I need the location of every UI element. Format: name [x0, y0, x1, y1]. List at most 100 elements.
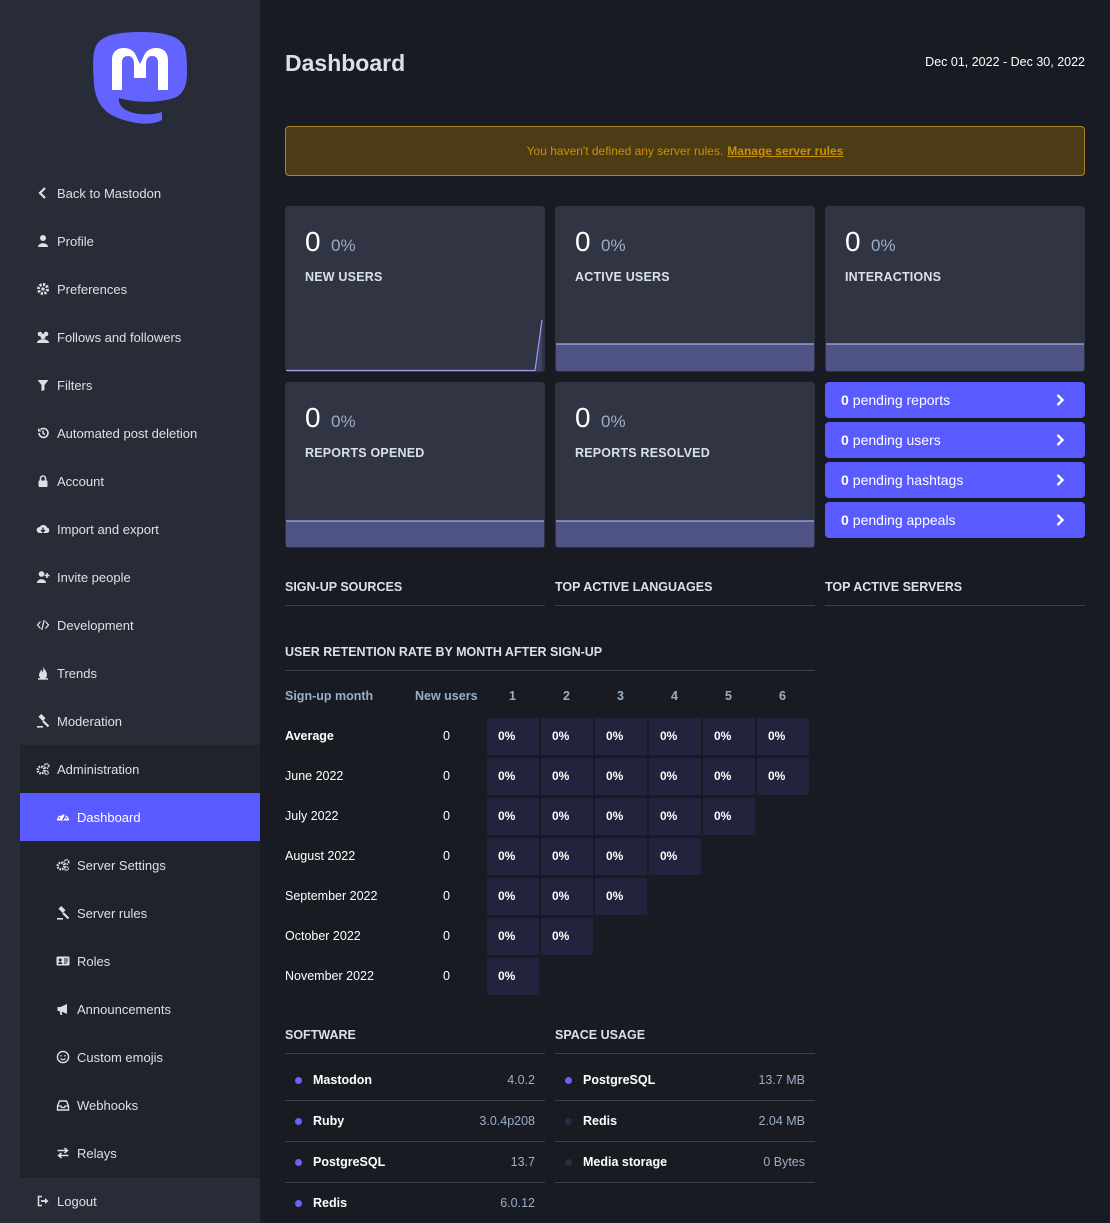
inbox-icon [56, 1098, 70, 1112]
exchange-icon [56, 1146, 70, 1160]
metric-label: REPORTS OPENED [305, 446, 425, 460]
sidebar-item-invite-people[interactable]: Invite people [20, 553, 260, 601]
bullet-icon [565, 1118, 572, 1125]
sidebar-item-moderation[interactable]: Moderation [20, 697, 260, 745]
sidebar-item-development[interactable]: Development [20, 601, 260, 649]
sidebar-item-import-and-export[interactable]: Import and export [20, 505, 260, 553]
space-name: PostgreSQL [583, 1073, 656, 1087]
retention-cell: 0% [703, 798, 755, 835]
sidebar-item-server-rules[interactable]: Server rules [20, 889, 260, 937]
retention-header: 4 [671, 689, 678, 703]
sidebar-item-preferences[interactable]: Preferences [20, 265, 260, 313]
signup-month: November 2022 [285, 969, 374, 983]
manage-server-rules-link[interactable]: Manage server rules [727, 144, 843, 158]
sidebar-item-label: Automated post deletion [57, 425, 198, 441]
top-servers-heading: TOP ACTIVE SERVERS [825, 580, 1085, 606]
signup-month: Average [285, 729, 334, 743]
fire-icon [36, 666, 50, 680]
sidebar-item-webhooks[interactable]: Webhooks [20, 1081, 260, 1129]
sidebar-item-roles[interactable]: Roles [20, 937, 260, 985]
sidebar-item-dashboard[interactable]: Dashboard [20, 793, 260, 841]
pending-count: 0 [841, 432, 849, 448]
retention-cell: 0% [487, 958, 539, 995]
software-name: Mastodon [313, 1073, 373, 1087]
id-card-icon [56, 954, 70, 968]
sidebar-item-follows-and-followers[interactable]: Follows and followers [20, 313, 260, 361]
pending-users-button[interactable]: 0 pending users [825, 422, 1085, 458]
retention-cell: 0% [757, 758, 809, 795]
retention-cell: 0% [595, 758, 647, 795]
metric-card-reports-resolved: 0 0% REPORTS RESOLVED [555, 382, 815, 548]
sidebar-item-label: Roles [77, 953, 111, 969]
sidebar-item-automated-post-deletion[interactable]: Automated post deletion [20, 409, 260, 457]
new-users-count: 0 [443, 809, 450, 823]
sidebar-item-profile[interactable]: Profile [20, 217, 260, 265]
sidebar-item-filters[interactable]: Filters [20, 361, 260, 409]
software-version: 6.0.12 [500, 1196, 535, 1210]
cogs-icon [56, 858, 70, 872]
sidebar-item-account[interactable]: Account [20, 457, 260, 505]
retention-cell: 0% [649, 838, 701, 875]
chevron-right-icon [1056, 434, 1065, 446]
metric-label: REPORTS RESOLVED [575, 446, 710, 460]
sidebar-item-label: Dashboard [77, 809, 141, 825]
signup-month: October 2022 [285, 929, 361, 943]
retention-row: Average 0 0% 0% 0% 0% 0% 0% [285, 718, 815, 758]
signup-month: September 2022 [285, 889, 378, 903]
software-name: PostgreSQL [313, 1155, 386, 1169]
filter-icon [36, 378, 50, 392]
sidebar-item-back-to-mastodon[interactable]: Back to Mastodon [20, 169, 260, 217]
sidebar-item-relays[interactable]: Relays [20, 1129, 260, 1177]
sidebar-item-label: Development [57, 617, 134, 633]
retention-header: 3 [617, 689, 624, 703]
cogs-icon [36, 762, 50, 776]
sign-out-icon [36, 1194, 50, 1208]
bullet-icon [295, 1118, 302, 1125]
retention-header: 6 [779, 689, 786, 703]
pending-appeals-button[interactable]: 0 pending appeals [825, 502, 1085, 538]
sidebar: Back to Mastodon Profile Preferences Follow… [0, 0, 260, 1223]
sparkline [556, 520, 814, 547]
sidebar-item-label: Relays [77, 1145, 117, 1161]
sidebar-item-logout[interactable]: Logout [20, 1177, 260, 1223]
sidebar-item-label: Filters [57, 377, 93, 393]
mastodon-logo[interactable] [92, 30, 188, 130]
chevron-right-icon [1056, 474, 1065, 486]
software-name: Redis [313, 1196, 348, 1210]
retention-cell: 0% [541, 758, 593, 795]
retention-cell: 0% [487, 838, 539, 875]
users-icon [36, 330, 50, 344]
retention-cell: 0% [541, 798, 593, 835]
retention-row: October 2022 0 0% 0% [285, 918, 815, 958]
signup-month: June 2022 [285, 769, 344, 783]
sidebar-item-administration[interactable]: Administration [20, 745, 260, 793]
metric-label: INTERACTIONS [845, 270, 942, 284]
sidebar-item-announcements[interactable]: Announcements [20, 985, 260, 1033]
pending-reports-button[interactable]: 0 pending reports [825, 382, 1085, 418]
user-icon [36, 234, 50, 248]
retention-row: September 2022 0 0% 0% 0% [285, 878, 815, 918]
retention-cell: 0% [487, 718, 539, 755]
metric-change: 0% [331, 236, 356, 255]
metric-value: 0 [575, 402, 591, 433]
space-value: 13.7 MB [758, 1073, 805, 1087]
sidebar-item-custom-emojis[interactable]: Custom emojis [20, 1033, 260, 1081]
gear-icon [36, 282, 50, 296]
software-item: PostgreSQL 13.7 [285, 1142, 545, 1183]
signup-sources-heading: SIGN-UP SOURCES [285, 580, 545, 606]
metric-card-new-users: 0 0% NEW USERS [285, 206, 545, 372]
signup-month: August 2022 [285, 849, 356, 863]
space-name: Media storage [583, 1155, 668, 1169]
gavel-icon [56, 906, 70, 920]
pending-hashtags-button[interactable]: 0 pending hashtags [825, 462, 1085, 498]
sidebar-item-trends[interactable]: Trends [20, 649, 260, 697]
sidebar-item-server-settings[interactable]: Server Settings [20, 841, 260, 889]
retention-cell: 0% [487, 758, 539, 795]
software-item: Mastodon 4.0.2 [285, 1060, 545, 1101]
retention-cell: 0% [703, 758, 755, 795]
new-users-count: 0 [443, 769, 450, 783]
metric-value: 0 [575, 226, 591, 257]
sparkline [286, 319, 543, 372]
page-title: Dashboard [285, 50, 406, 76]
software-item: Ruby 3.0.4p208 [285, 1101, 545, 1142]
